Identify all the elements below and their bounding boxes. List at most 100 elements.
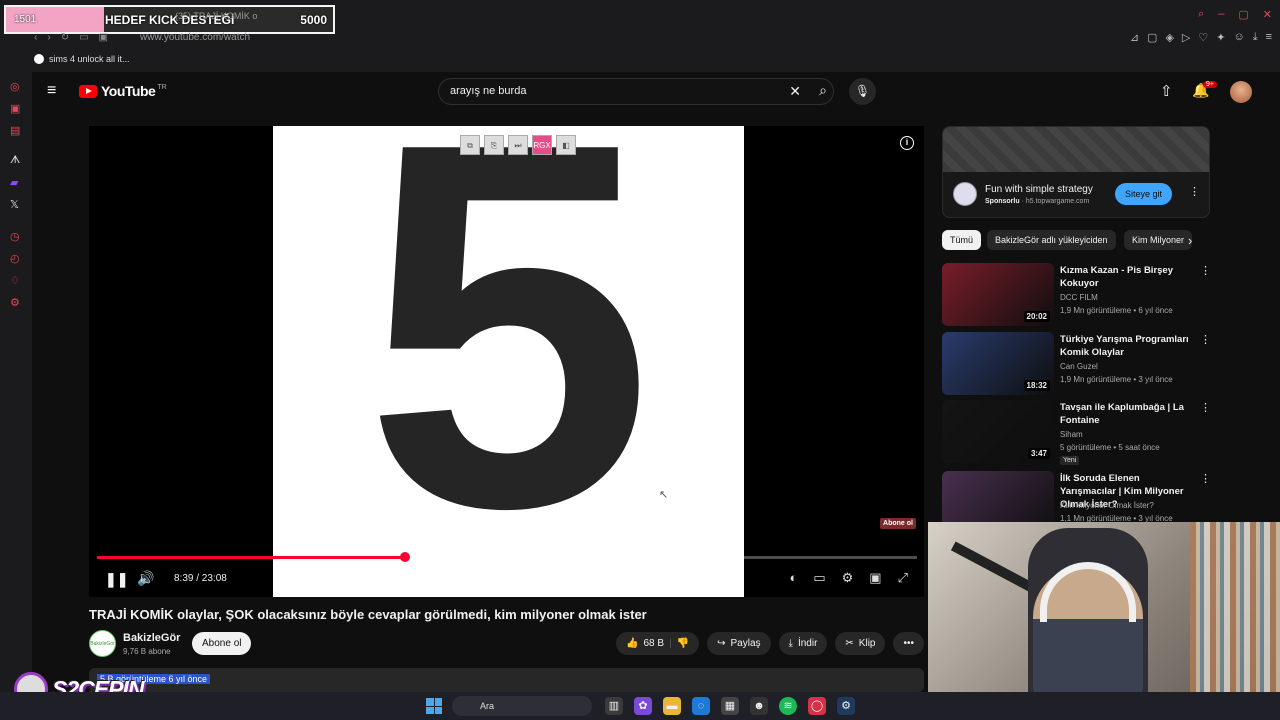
- video-tool-button[interactable]: ◧: [556, 135, 576, 155]
- pause-icon[interactable]: ❚❚: [105, 571, 128, 588]
- store-icon[interactable]: ▦: [721, 697, 739, 715]
- play-icon[interactable]: ▷: [1182, 31, 1190, 44]
- snapshot-icon[interactable]: ▢: [1147, 31, 1157, 44]
- youtube-logo[interactable]: YouTube TR: [79, 83, 167, 99]
- channel-avatar[interactable]: BakizleGör: [89, 630, 116, 657]
- more-options-icon[interactable]: ⋮: [1200, 472, 1211, 485]
- subtitles-icon[interactable]: ▭: [813, 570, 825, 586]
- video-title[interactable]: Türkiye Yarışma Programları Komik Olayla…: [1060, 333, 1190, 359]
- download-button[interactable]: ⤓ İndir: [778, 632, 828, 655]
- volume-icon[interactable]: 🔊: [137, 570, 154, 587]
- messenger-icon[interactable]: ▣: [10, 102, 20, 115]
- video-title[interactable]: Kızma Kazan - Pis Birşey Kokuyor: [1060, 264, 1190, 290]
- video-tool-button[interactable]: ⧉: [460, 135, 480, 155]
- video-tool-button[interactable]: ⎘: [484, 135, 504, 155]
- video-tool-button[interactable]: RGX: [532, 135, 552, 155]
- file-explorer-icon[interactable]: ▬: [663, 697, 681, 715]
- ad-more-icon[interactable]: ⋮: [1189, 185, 1200, 198]
- search-input[interactable]: arayış ne burda: [450, 85, 526, 97]
- discord-icon[interactable]: ☻: [750, 697, 768, 715]
- bookmark-item[interactable]: sims 4 unlock all it...: [34, 54, 130, 64]
- recommended-video[interactable]: 3:47 Tavşan ile Kaplumbağa | La Fontaine S…: [942, 400, 1222, 465]
- fullscreen-icon[interactable]: ⤢: [898, 570, 908, 586]
- extensions-icon[interactable]: ✦: [1216, 31, 1225, 44]
- clip-button[interactable]: ✂ Klip: [835, 632, 886, 655]
- task-view-icon[interactable]: ▥: [605, 697, 623, 715]
- heart-icon[interactable]: ♡: [1198, 31, 1208, 44]
- maximize-icon[interactable]: ▢: [1238, 8, 1248, 21]
- more-options-icon[interactable]: ⋮: [1200, 264, 1211, 277]
- chips-next-icon[interactable]: ›: [1188, 233, 1192, 248]
- history-icon[interactable]: ◷: [10, 230, 20, 243]
- active-tab-title[interactable]: (35) TRAJİ KOMİK o: [175, 11, 257, 21]
- menu-icon[interactable]: ≡: [1266, 31, 1272, 44]
- more-options-icon[interactable]: ⋮: [1200, 333, 1211, 346]
- settings-gear-icon[interactable]: ⚙: [842, 570, 854, 586]
- autoplay-toggle-icon[interactable]: ◐: [789, 570, 797, 586]
- hamburger-menu-icon[interactable]: ≡: [47, 82, 56, 100]
- filter-chip[interactable]: Tümü: [942, 230, 982, 250]
- sponsored-ad-card[interactable]: Fun with simple strategy Sponsorlu · h5.…: [942, 126, 1210, 218]
- download-icon[interactable]: ⤓: [1253, 31, 1258, 44]
- steam-icon[interactable]: ⚙: [837, 697, 855, 715]
- search-icon[interactable]: ⌕: [1198, 8, 1204, 21]
- description-box[interactable]: 5 B görüntüleme 6 yıl önce: [89, 668, 924, 692]
- minimize-icon[interactable]: –: [1218, 8, 1224, 21]
- more-actions-button[interactable]: •••: [893, 632, 924, 655]
- address-bar[interactable]: www.youtube.com/watch: [140, 32, 250, 43]
- music-icon[interactable]: ▤: [10, 124, 20, 137]
- close-icon[interactable]: ✕: [1263, 8, 1272, 21]
- recommended-video[interactable]: 20:02 Kızma Kazan - Pis Birşey Kokuyor DCC…: [942, 263, 1222, 327]
- bookmarks-icon[interactable]: ♢: [10, 274, 20, 287]
- video-thumbnail[interactable]: 3:47: [942, 400, 1054, 463]
- subscribe-watermark[interactable]: Abone ol: [880, 518, 916, 529]
- profile-icon[interactable]: ☺: [1233, 31, 1244, 44]
- search-icon[interactable]: ⌕: [819, 82, 827, 99]
- subscribe-button[interactable]: Abone ol: [192, 632, 252, 655]
- visit-site-button[interactable]: Siteye git: [1115, 183, 1173, 205]
- filter-chip[interactable]: Kim Milyoner: [1124, 230, 1193, 250]
- video-title[interactable]: Tavşan ile Kaplumbağa | La Fontaine: [1060, 401, 1190, 427]
- forward-icon[interactable]: ›: [47, 32, 50, 43]
- channel-name[interactable]: BakizleGör: [123, 632, 180, 644]
- edge-icon[interactable]: ◌: [692, 697, 710, 715]
- video-thumbnail[interactable]: 18:32: [942, 332, 1054, 395]
- progress-bar[interactable]: [97, 552, 917, 562]
- windows-start-icon[interactable]: [426, 698, 442, 714]
- scrubber-handle[interactable]: [399, 552, 410, 562]
- search-box[interactable]: arayış ne burda ✕ ⌕: [438, 78, 834, 105]
- taskbar-search[interactable]: Ara: [452, 696, 592, 716]
- channel-name[interactable]: Can Guzel: [1060, 362, 1098, 371]
- pin-icon[interactable]: ⊿: [1130, 31, 1139, 44]
- more-options-icon[interactable]: ⋮: [1200, 401, 1211, 414]
- back-icon[interactable]: ‹: [34, 32, 37, 43]
- kick-icon[interactable]: ᗑ: [10, 154, 20, 167]
- clock-icon[interactable]: ◴: [10, 252, 20, 265]
- recommended-video[interactable]: 18:32 Türkiye Yarışma Programları Komik O…: [942, 332, 1222, 396]
- info-icon[interactable]: i: [900, 136, 914, 150]
- channel-name[interactable]: DCC FILM: [1060, 293, 1098, 302]
- shield-icon[interactable]: ◈: [1165, 31, 1173, 44]
- account-avatar[interactable]: [1230, 81, 1252, 103]
- clear-search-icon[interactable]: ✕: [789, 83, 801, 100]
- video-tool-button[interactable]: ⏭: [508, 135, 528, 155]
- vpn-icon[interactable]: ▭: [79, 32, 88, 43]
- channel-name[interactable]: Siham: [1060, 430, 1083, 439]
- spotify-icon[interactable]: ≋: [779, 697, 797, 715]
- share-button[interactable]: ↪ Paylaş: [707, 632, 771, 655]
- filter-chip[interactable]: BakizleGör adlı yükleyiciden: [987, 230, 1116, 250]
- like-button[interactable]: 👍 68 B | 👎: [616, 632, 700, 655]
- video-thumbnail[interactable]: 20:02: [942, 263, 1054, 326]
- video-frame[interactable]: 5 ⧉ ⎘ ⏭ RGX ◧: [273, 126, 744, 597]
- theater-mode-icon[interactable]: ▣: [869, 570, 881, 586]
- voice-search-icon[interactable]: 🎙: [849, 78, 876, 105]
- x-icon[interactable]: 𝕏: [10, 198, 19, 211]
- aria-icon[interactable]: ◎: [10, 80, 20, 93]
- channel-name[interactable]: Kim Milyoner Olmak İster?: [1060, 501, 1154, 510]
- video-player[interactable]: 5 ⧉ ⎘ ⏭ RGX ◧ i Abone ol ❚❚ 🔊 8:39 / 23:08 ◐…: [89, 126, 924, 597]
- copilot-icon[interactable]: ✿: [634, 697, 652, 715]
- thumbs-down-icon[interactable]: 👎: [677, 632, 689, 655]
- reload-icon[interactable]: ↻: [61, 32, 69, 43]
- ad-banner-image[interactable]: [943, 127, 1209, 172]
- upload-icon[interactable]: ⇧: [1160, 82, 1173, 100]
